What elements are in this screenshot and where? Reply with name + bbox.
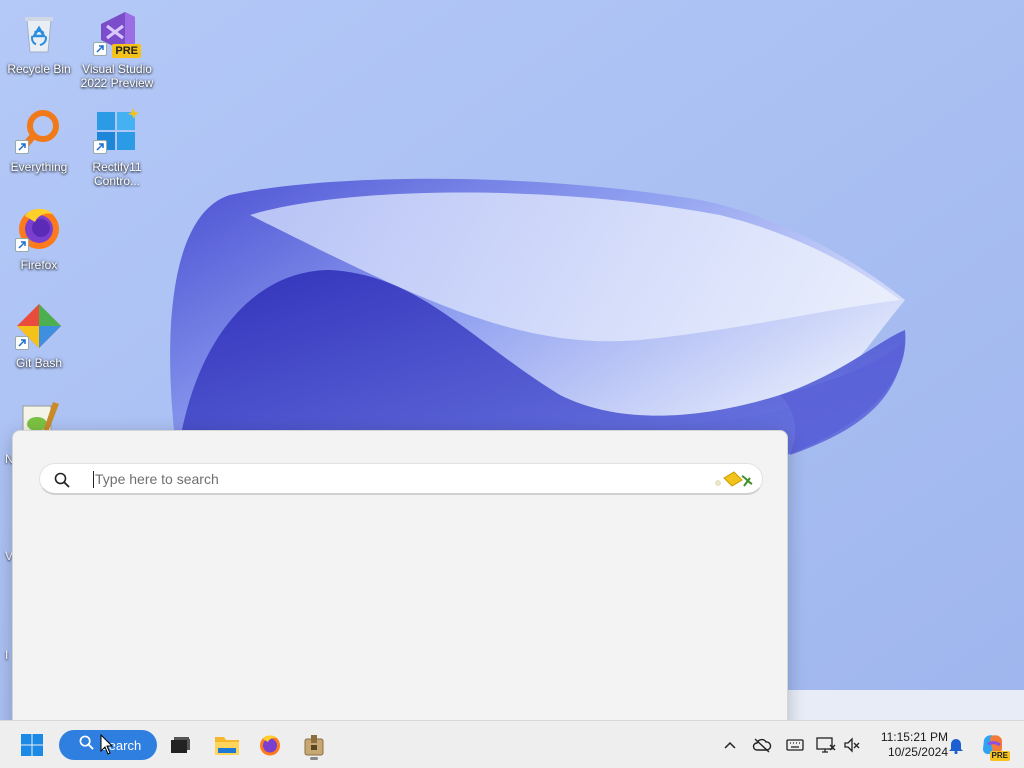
clock[interactable]: 11:15:21 PM 10/25/2024 [866,730,948,760]
preview-badge: PRE [989,751,1010,761]
package-taskbar-button[interactable] [298,729,330,761]
file-explorer-icon [215,737,239,755]
shortcut-arrow-icon [93,140,107,154]
recycle-bin-icon [15,8,63,56]
clock-date: 10/25/2024 [887,745,948,759]
search-icon [79,735,94,755]
task-view-button[interactable] [164,729,196,761]
search-box[interactable] [39,463,763,495]
desktop-icon-label: Visual Studio 2022 Preview [80,62,154,90]
visual-studio-icon: PRE [93,8,141,58]
start-button[interactable] [16,729,48,761]
firefox-icon [15,204,63,252]
volume-muted-icon [844,737,860,753]
package-icon [304,735,324,756]
firefox-icon [260,735,280,756]
search-icon [54,472,70,493]
desktop-icon-label: Firefox [20,258,58,272]
desktop-icon-label: Rectify11 Contro... [92,160,142,188]
touch-keyboard-button[interactable] [785,735,805,755]
desktop-icon-label: Everything [10,160,68,174]
desktop-icon-firefox[interactable]: Firefox [0,200,78,290]
desktop-icon-label: Git Bash [15,356,63,370]
copilot-button[interactable]: PRE [980,732,1010,761]
onedrive-tray-button[interactable] [752,735,772,755]
volume-tray-button[interactable] [842,735,862,755]
running-indicator [310,757,318,760]
desktop-icon-git-bash[interactable]: Git Bash [0,298,78,388]
git-bash-icon [15,302,63,350]
display-icon [816,737,836,753]
everything-search-icon [15,106,63,154]
task-view-icon [171,737,190,753]
search-flyout [12,430,788,730]
shortcut-arrow-icon [93,42,107,56]
desktop-icon-recycle-bin[interactable]: Recycle Bin [0,4,78,94]
bell-icon [949,739,963,754]
rectify11-icon [93,106,141,154]
clock-time: 11:15:21 PM [880,730,948,744]
notifications-button[interactable] [946,735,966,755]
file-explorer-button[interactable] [211,729,243,761]
desktop-watermark-area [788,690,1024,720]
shortcut-arrow-icon [15,336,29,350]
keyboard-icon [786,739,804,751]
cloud-off-icon [752,738,772,753]
search-input[interactable] [95,468,655,490]
firefox-taskbar-button[interactable] [254,729,286,761]
preview-badge: PRE [112,44,141,58]
shortcut-arrow-icon [15,238,29,252]
show-hidden-icons-button[interactable] [720,735,740,755]
desktop-icon-visual-studio[interactable]: PRE Visual Studio 2022 Preview [78,4,156,94]
desktop-icon-label: Recycle Bin [7,62,71,76]
partial-label: I [5,648,9,662]
network-tray-button[interactable] [816,735,836,755]
start-icon [21,734,43,756]
chevron-up-icon [724,741,736,749]
taskbar: Search 11:15:21 PM 10/25/2024 PRE [0,720,1024,768]
search-highlight-icon[interactable] [712,468,754,490]
desktop-icon-rectify11[interactable]: Rectify11 Contro... [78,102,156,192]
shortcut-arrow-icon [15,140,29,154]
desktop-icon-everything[interactable]: Everything [0,102,78,192]
text-caret [93,471,94,488]
mouse-pointer-icon [100,733,114,761]
